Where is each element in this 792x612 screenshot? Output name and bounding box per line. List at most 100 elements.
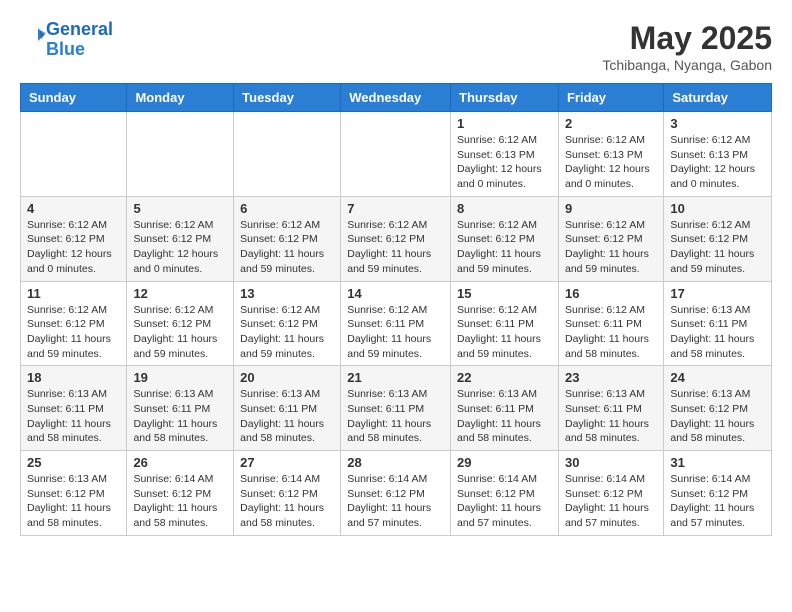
month-title: May 2025 [602, 20, 772, 57]
day-info: Sunrise: 6:14 AM Sunset: 6:12 PM Dayligh… [240, 472, 334, 531]
day-number: 6 [240, 201, 334, 216]
day-info: Sunrise: 6:13 AM Sunset: 6:12 PM Dayligh… [27, 472, 120, 531]
logo-line1: General [46, 19, 113, 39]
day-info: Sunrise: 6:14 AM Sunset: 6:12 PM Dayligh… [670, 472, 765, 531]
day-number: 5 [133, 201, 227, 216]
calendar-cell: 5 Sunrise: 6:12 AM Sunset: 6:12 PM Daylig… [127, 196, 234, 281]
title-block: May 2025 Tchibanga, Nyanga, Gabon [602, 20, 772, 73]
day-number: 11 [27, 286, 120, 301]
calendar-cell: 22 Sunrise: 6:13 AM Sunset: 6:11 PM Dayli… [451, 366, 559, 451]
day-info: Sunrise: 6:12 AM Sunset: 6:12 PM Dayligh… [133, 218, 227, 277]
day-info: Sunrise: 6:12 AM Sunset: 6:13 PM Dayligh… [670, 133, 765, 192]
calendar-cell: 3 Sunrise: 6:12 AM Sunset: 6:13 PM Daylig… [664, 112, 772, 197]
calendar-cell: 24 Sunrise: 6:13 AM Sunset: 6:12 PM Dayli… [664, 366, 772, 451]
day-info: Sunrise: 6:14 AM Sunset: 6:12 PM Dayligh… [565, 472, 657, 531]
calendar-week-row: 4 Sunrise: 6:12 AM Sunset: 6:12 PM Daylig… [21, 196, 772, 281]
day-number: 17 [670, 286, 765, 301]
day-info: Sunrise: 6:12 AM Sunset: 6:12 PM Dayligh… [27, 303, 120, 362]
calendar-cell: 20Sunrise: 6:13 AM Sunset: 6:11 PM Dayli… [234, 366, 341, 451]
calendar-cell: 6 Sunrise: 6:12 AM Sunset: 6:12 PM Daylig… [234, 196, 341, 281]
day-number: 28 [347, 455, 444, 470]
calendar-cell: 27 Sunrise: 6:14 AM Sunset: 6:12 PM Dayli… [234, 451, 341, 536]
column-header-friday: Friday [558, 84, 663, 112]
calendar-week-row: 11 Sunrise: 6:12 AM Sunset: 6:12 PM Dayli… [21, 281, 772, 366]
day-info: Sunrise: 6:12 AM Sunset: 6:11 PM Dayligh… [457, 303, 552, 362]
day-number: 4 [27, 201, 120, 216]
day-info: Sunrise: 6:13 AM Sunset: 6:11 PM Dayligh… [27, 387, 120, 446]
day-number: 29 [457, 455, 552, 470]
calendar-cell: 19Sunrise: 6:13 AM Sunset: 6:11 PM Dayli… [127, 366, 234, 451]
day-info: Sunrise: 6:12 AM Sunset: 6:12 PM Dayligh… [347, 218, 444, 277]
day-info: Sunrise: 6:12 AM Sunset: 6:12 PM Dayligh… [133, 303, 227, 362]
day-info: Sunrise: 6:13 AM Sunset: 6:11 PM Dayligh… [670, 303, 765, 362]
calendar-week-row: 25 Sunrise: 6:13 AM Sunset: 6:12 PM Dayli… [21, 451, 772, 536]
calendar-cell: 31 Sunrise: 6:14 AM Sunset: 6:12 PM Dayli… [664, 451, 772, 536]
calendar-cell: 29Sunrise: 6:14 AM Sunset: 6:12 PM Dayli… [451, 451, 559, 536]
calendar-cell: 14Sunrise: 6:12 AM Sunset: 6:11 PM Dayli… [341, 281, 451, 366]
day-number: 26 [133, 455, 227, 470]
calendar-cell: 30 Sunrise: 6:14 AM Sunset: 6:12 PM Dayli… [558, 451, 663, 536]
calendar-cell [21, 112, 127, 197]
location-subtitle: Tchibanga, Nyanga, Gabon [602, 57, 772, 73]
calendar-cell [127, 112, 234, 197]
day-number: 9 [565, 201, 657, 216]
day-info: Sunrise: 6:13 AM Sunset: 6:11 PM Dayligh… [133, 387, 227, 446]
column-header-sunday: Sunday [21, 84, 127, 112]
calendar-cell: 10Sunrise: 6:12 AM Sunset: 6:12 PM Dayli… [664, 196, 772, 281]
calendar-cell: 21Sunrise: 6:13 AM Sunset: 6:11 PM Dayli… [341, 366, 451, 451]
day-info: Sunrise: 6:12 AM Sunset: 6:12 PM Dayligh… [457, 218, 552, 277]
calendar-cell: 13Sunrise: 6:12 AM Sunset: 6:12 PM Dayli… [234, 281, 341, 366]
calendar-cell: 23 Sunrise: 6:13 AM Sunset: 6:11 PM Dayli… [558, 366, 663, 451]
day-number: 10 [670, 201, 765, 216]
day-number: 12 [133, 286, 227, 301]
calendar-cell: 4 Sunrise: 6:12 AM Sunset: 6:12 PM Daylig… [21, 196, 127, 281]
day-number: 23 [565, 370, 657, 385]
logo-icon [22, 25, 46, 49]
day-number: 22 [457, 370, 552, 385]
day-number: 8 [457, 201, 552, 216]
page-header: General Blue May 2025 Tchibanga, Nyanga,… [20, 20, 772, 73]
day-info: Sunrise: 6:13 AM Sunset: 6:11 PM Dayligh… [565, 387, 657, 446]
column-header-tuesday: Tuesday [234, 84, 341, 112]
calendar-table: SundayMondayTuesdayWednesdayThursdayFrid… [20, 83, 772, 536]
day-number: 18 [27, 370, 120, 385]
logo: General Blue [20, 20, 113, 60]
column-header-monday: Monday [127, 84, 234, 112]
day-info: Sunrise: 6:12 AM Sunset: 6:13 PM Dayligh… [457, 133, 552, 192]
day-number: 15 [457, 286, 552, 301]
calendar-cell: 16 Sunrise: 6:12 AM Sunset: 6:11 PM Dayli… [558, 281, 663, 366]
day-info: Sunrise: 6:12 AM Sunset: 6:11 PM Dayligh… [565, 303, 657, 362]
column-header-thursday: Thursday [451, 84, 559, 112]
column-header-saturday: Saturday [664, 84, 772, 112]
day-info: Sunrise: 6:12 AM Sunset: 6:13 PM Dayligh… [565, 133, 657, 192]
day-number: 21 [347, 370, 444, 385]
calendar-cell: 1 Sunrise: 6:12 AM Sunset: 6:13 PM Daylig… [451, 112, 559, 197]
calendar-cell [341, 112, 451, 197]
day-number: 7 [347, 201, 444, 216]
calendar-week-row: 18 Sunrise: 6:13 AM Sunset: 6:11 PM Dayli… [21, 366, 772, 451]
calendar-week-row: 1 Sunrise: 6:12 AM Sunset: 6:13 PM Daylig… [21, 112, 772, 197]
day-number: 31 [670, 455, 765, 470]
day-info: Sunrise: 6:12 AM Sunset: 6:12 PM Dayligh… [240, 218, 334, 277]
calendar-cell: 17 Sunrise: 6:13 AM Sunset: 6:11 PM Dayli… [664, 281, 772, 366]
column-header-wednesday: Wednesday [341, 84, 451, 112]
calendar-header-row: SundayMondayTuesdayWednesdayThursdayFrid… [21, 84, 772, 112]
day-info: Sunrise: 6:13 AM Sunset: 6:12 PM Dayligh… [670, 387, 765, 446]
day-info: Sunrise: 6:13 AM Sunset: 6:11 PM Dayligh… [457, 387, 552, 446]
calendar-cell: 15 Sunrise: 6:12 AM Sunset: 6:11 PM Dayli… [451, 281, 559, 366]
day-number: 1 [457, 116, 552, 131]
day-number: 30 [565, 455, 657, 470]
calendar-cell: 7 Sunrise: 6:12 AM Sunset: 6:12 PM Daylig… [341, 196, 451, 281]
calendar-cell: 2Sunrise: 6:12 AM Sunset: 6:13 PM Daylig… [558, 112, 663, 197]
day-number: 20 [240, 370, 334, 385]
calendar-cell: 25 Sunrise: 6:13 AM Sunset: 6:12 PM Dayli… [21, 451, 127, 536]
day-number: 13 [240, 286, 334, 301]
day-number: 3 [670, 116, 765, 131]
day-number: 25 [27, 455, 120, 470]
day-number: 24 [670, 370, 765, 385]
day-number: 14 [347, 286, 444, 301]
day-number: 16 [565, 286, 657, 301]
day-info: Sunrise: 6:12 AM Sunset: 6:12 PM Dayligh… [27, 218, 120, 277]
day-number: 27 [240, 455, 334, 470]
calendar-cell: 18 Sunrise: 6:13 AM Sunset: 6:11 PM Dayli… [21, 366, 127, 451]
